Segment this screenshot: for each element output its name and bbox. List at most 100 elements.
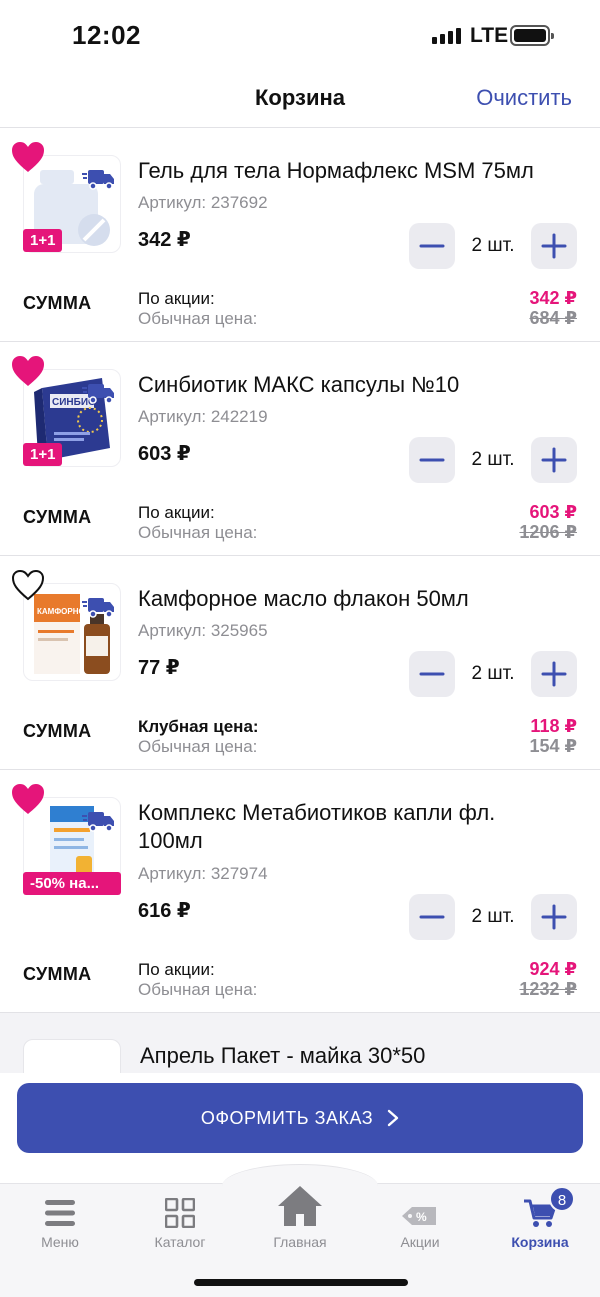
minus-icon (419, 458, 445, 462)
plus-icon (541, 233, 567, 259)
cart-item-partial: Апрель Пакет - майка 30*50 (0, 1013, 600, 1073)
delivery-truck-icon (82, 384, 114, 404)
tab-label: Корзина (511, 1234, 569, 1250)
promo-badge: 1+1 (23, 229, 63, 252)
cart-item: 1+1 Гель для тела Нормафлекс MSM 75мл Ар… (0, 128, 600, 342)
product-name[interactable]: Апрель Пакет - майка 30*50 (140, 1043, 425, 1069)
minus-icon (419, 915, 445, 919)
regular-price-label: Обычная цена: (138, 309, 258, 328)
regular-price-label: Обычная цена: (138, 980, 258, 999)
increase-quantity-button[interactable] (531, 894, 577, 940)
regular-price-value: 1206 ₽ (519, 522, 577, 542)
club-price-label: Клубная цена: (138, 717, 259, 736)
svg-text:%: % (416, 1210, 427, 1224)
tab-promotions[interactable]: % Акции (360, 1190, 480, 1260)
decrease-quantity-button[interactable] (409, 437, 455, 483)
regular-price-label: Обычная цена: (138, 737, 258, 756)
favorite-heart-icon[interactable] (10, 354, 46, 388)
product-price: 603 ₽ (138, 443, 191, 465)
decrease-quantity-button[interactable] (409, 894, 455, 940)
sum-label: СУММА (23, 964, 92, 984)
quantity-value: 2 шт. (471, 235, 515, 256)
cart-count-badge: 8 (549, 1186, 575, 1212)
regular-price-value: 684 ₽ (529, 308, 577, 328)
quantity-stepper: 2 шт. (409, 223, 577, 269)
product-name[interactable]: Комплекс Метабиотиков капли фл. 100мл (138, 799, 518, 855)
product-sku: Артикул: 242219 (138, 407, 268, 426)
promo-price-value: 924 ₽ (529, 959, 577, 979)
regular-price-value: 1232 ₽ (519, 979, 577, 999)
checkout-label: ОФОРМИТЬ ЗАКАЗ (200, 1107, 374, 1128)
chevron-right-icon (387, 1109, 399, 1127)
checkout-button[interactable]: ОФОРМИТЬ ЗАКАЗ (17, 1083, 583, 1153)
increase-quantity-button[interactable] (531, 223, 577, 269)
decrease-quantity-button[interactable] (409, 651, 455, 697)
product-price: 342 ₽ (138, 229, 191, 251)
product-name[interactable]: Гель для тела Нормафлекс MSM 75мл (138, 157, 578, 185)
promo-price-value: 603 ₽ (529, 502, 577, 522)
tab-home[interactable]: Главная (240, 1180, 360, 1250)
quantity-stepper: 2 шт. (409, 651, 577, 697)
tab-label: Акции (400, 1234, 440, 1250)
sum-label: СУММА (23, 293, 92, 313)
promo-price-value: 342 ₽ (529, 288, 577, 308)
delivery-truck-icon (82, 598, 114, 618)
quantity-value: 2 шт. (471, 449, 515, 470)
tab-catalog[interactable]: Каталог (120, 1190, 240, 1260)
sum-label: СУММА (23, 721, 92, 741)
clear-cart-button[interactable]: Очистить (476, 85, 572, 111)
favorite-heart-icon[interactable] (10, 140, 46, 174)
plus-icon (541, 447, 567, 473)
plus-icon (541, 661, 567, 687)
tab-label: Каталог (154, 1234, 206, 1250)
status-bar: 12:02 LTE (0, 0, 600, 70)
product-price: 616 ₽ (138, 900, 191, 922)
regular-price-value: 154 ₽ (529, 736, 577, 756)
quantity-stepper: 2 шт. (409, 894, 577, 940)
minus-icon (419, 672, 445, 676)
product-sku: Артикул: 237692 (138, 193, 268, 212)
minus-icon (419, 244, 445, 248)
signal-icon (432, 28, 461, 44)
promo-price-label: По акции: (138, 960, 215, 979)
menu-icon (45, 1200, 75, 1226)
home-icon (278, 1186, 322, 1226)
battery-icon (510, 25, 554, 46)
delivery-truck-icon (82, 812, 114, 832)
product-price: 77 ₽ (138, 657, 180, 679)
favorite-heart-icon[interactable] (10, 568, 46, 602)
grid-icon (165, 1198, 195, 1228)
tag-icon: % (402, 1207, 436, 1225)
plus-icon (541, 904, 567, 930)
cart-item: КАМФОРНОЕ Камфорное масло флакон 50мл Ар… (0, 556, 600, 770)
product-name[interactable]: Синбиотик МАКС капсулы №10 (138, 371, 578, 399)
promo-price-label: По акции: (138, 503, 215, 522)
delivery-truck-icon (82, 170, 114, 190)
cart-item: -50% на... Комплекс Метабиотиков капли ф… (0, 770, 600, 1013)
promo-price-label: По акции: (138, 289, 215, 308)
tab-menu[interactable]: Меню (0, 1190, 120, 1260)
regular-price-label: Обычная цена: (138, 523, 258, 542)
club-price-value: 118 ₽ (530, 716, 577, 736)
increase-quantity-button[interactable] (531, 651, 577, 697)
increase-quantity-button[interactable] (531, 437, 577, 483)
product-sku: Артикул: 325965 (138, 621, 268, 640)
promo-badge: -50% на... (23, 872, 121, 895)
product-image[interactable] (23, 1039, 121, 1073)
home-indicator (194, 1279, 408, 1286)
decrease-quantity-button[interactable] (409, 223, 455, 269)
network-type: LTE (470, 24, 509, 47)
sum-label: СУММА (23, 507, 92, 527)
quantity-value: 2 шт. (471, 906, 515, 927)
favorite-heart-icon[interactable] (10, 782, 46, 816)
cart-header: Корзина Очистить (0, 70, 600, 128)
cart-item: СИНБИО 1+1 Синбиотик МАКС капсулы №10 Ар… (0, 342, 600, 556)
quantity-stepper: 2 шт. (409, 437, 577, 483)
product-name[interactable]: Камфорное масло флакон 50мл (138, 585, 578, 613)
status-time: 12:02 (72, 20, 141, 50)
tab-label: Главная (273, 1234, 327, 1250)
tab-cart[interactable]: Корзина (480, 1190, 600, 1260)
product-sku: Артикул: 327974 (138, 864, 268, 883)
promo-badge: 1+1 (23, 443, 63, 466)
tab-label: Меню (41, 1234, 79, 1250)
